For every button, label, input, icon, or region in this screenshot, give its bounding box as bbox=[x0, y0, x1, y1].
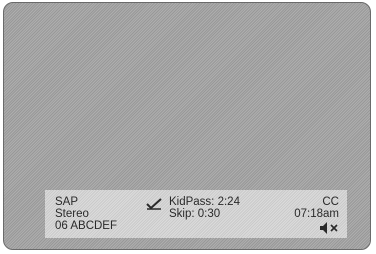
skip-timer: Skip: 0:30 bbox=[169, 208, 221, 220]
speaker-muted-icon bbox=[320, 222, 338, 234]
kidpass-timer: KidPass: 2:24 bbox=[169, 196, 240, 208]
clock-time: 07:18am bbox=[294, 208, 339, 220]
closed-caption-indicator: CC bbox=[322, 196, 339, 208]
checkmark-icon bbox=[146, 198, 162, 210]
tv-screen: SAP Stereo 06 ABCDEF KidPass: 2:24 Skip:… bbox=[3, 2, 371, 250]
info-banner: SAP Stereo 06 ABCDEF KidPass: 2:24 Skip:… bbox=[45, 190, 347, 238]
audio-channel-label: Stereo bbox=[55, 208, 89, 220]
audio-mode-label: SAP bbox=[55, 196, 79, 208]
channel-label: 06 ABCDEF bbox=[55, 220, 117, 232]
